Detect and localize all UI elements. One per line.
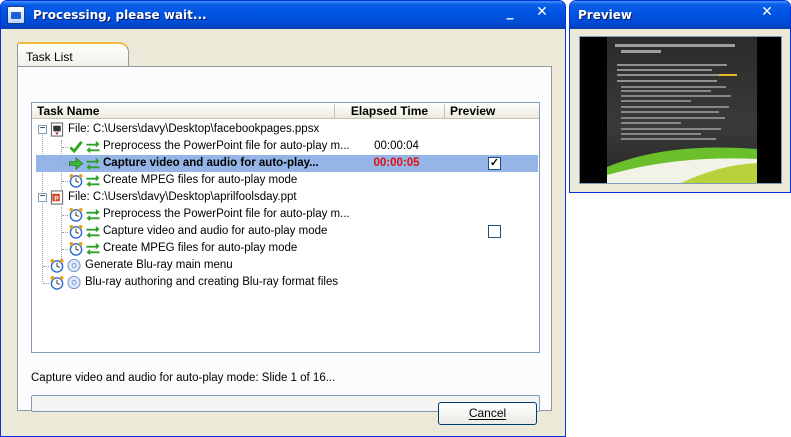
preview-checkbox[interactable]: ✓ <box>488 157 501 170</box>
task-label: Blu-ray authoring and creating Blu-ray f… <box>85 276 339 288</box>
powerpoint-file-icon: P <box>50 190 64 205</box>
close-button[interactable]: ✕ <box>531 3 553 23</box>
powerpoint-show-icon <box>50 122 64 137</box>
alarm-clock-icon <box>69 173 83 188</box>
task-label: Capture video and audio for auto-play... <box>103 157 319 169</box>
tree-row-task[interactable]: Preprocess the PowerPoint file for auto-… <box>33 206 538 223</box>
window-title: Processing, please wait... <box>33 8 207 22</box>
cancel-label: Cancel <box>468 406 507 420</box>
preview-title-bar[interactable]: Preview ✕ <box>570 1 790 29</box>
tree-row-task[interactable]: Create MPEG files for auto-play mode <box>33 172 538 189</box>
task-list-panel: Task Name Elapsed Time Preview − File: C… <box>17 66 552 412</box>
file-label: File: C:\Users\davy\Desktop\facebookpage… <box>68 123 320 135</box>
tab-task-list[interactable]: Task List <box>17 42 129 67</box>
task-label: Capture video and audio for auto-play mo… <box>103 225 328 237</box>
tree-row-global[interactable]: Blu-ray authoring and creating Blu-ray f… <box>33 274 538 291</box>
task-label: Create MPEG files for auto-play mode <box>103 174 298 186</box>
arrow-right-icon <box>69 157 84 170</box>
title-bar[interactable]: Processing, please wait... _ ✕ <box>1 1 565 29</box>
double-arrow-icon <box>86 174 100 188</box>
double-arrow-icon <box>86 208 100 222</box>
collapse-toggle[interactable]: − <box>38 124 47 134</box>
tree-row-global[interactable]: Generate Blu-ray main menu <box>33 257 538 274</box>
task-label: Create MPEG files for auto-play mode <box>103 242 298 254</box>
tree-row-file[interactable]: − File: C:\Users\davy\Desktop\facebookpa… <box>33 121 538 138</box>
double-arrow-icon <box>86 242 100 256</box>
task-label: Preprocess the PowerPoint file for auto-… <box>103 208 350 220</box>
task-tree-list[interactable]: Task Name Elapsed Time Preview − File: C… <box>31 102 540 353</box>
preview-frame <box>573 29 786 188</box>
column-header-task-name[interactable]: Task Name <box>32 104 335 118</box>
file-label: File: C:\Users\davy\Desktop\aprilfoolsda… <box>68 191 297 203</box>
tree-row-task[interactable]: Create MPEG files for auto-play mode <box>33 240 538 257</box>
elapsed-time: 00:00:05 <box>373 157 420 169</box>
double-arrow-icon <box>86 225 100 239</box>
double-arrow-icon <box>86 157 100 171</box>
status-text: Capture video and audio for auto-play mo… <box>31 372 336 384</box>
slide-thumbnail-image <box>607 37 757 183</box>
collapse-toggle[interactable]: − <box>38 192 47 202</box>
preview-close-button[interactable]: ✕ <box>756 3 778 23</box>
checkmark-icon <box>69 140 83 154</box>
tree-row-file[interactable]: − P File: C:\Users\davy\Desktop\aprilfoo… <box>33 189 538 206</box>
alarm-clock-icon <box>50 258 64 273</box>
double-arrow-icon <box>86 140 100 154</box>
preview-checkbox[interactable] <box>488 225 501 238</box>
slide-graphic <box>607 44 757 183</box>
preview-screen <box>579 36 782 184</box>
elapsed-time: 00:00:04 <box>374 140 419 152</box>
task-label: Preprocess the PowerPoint file for auto-… <box>103 140 350 152</box>
preview-title: Preview <box>578 8 633 22</box>
window-client-area: Task List Task Name Elapsed Time Preview… <box>4 29 562 433</box>
column-header-preview[interactable]: Preview <box>445 104 540 118</box>
tree-row-task[interactable]: Preprocess the PowerPoint file for auto-… <box>33 138 538 155</box>
disc-icon <box>67 258 81 273</box>
alarm-clock-icon <box>50 275 64 290</box>
task-label: Generate Blu-ray main menu <box>85 259 233 271</box>
alarm-clock-icon <box>69 224 83 239</box>
preview-window: Preview ✕ <box>569 0 791 193</box>
tab-label: Task List <box>26 50 73 64</box>
svg-text:P: P <box>54 195 59 202</box>
column-header-elapsed-time[interactable]: Elapsed Time <box>335 104 445 118</box>
cancel-button[interactable]: Cancel <box>438 402 537 425</box>
list-header: Task Name Elapsed Time Preview <box>32 103 539 119</box>
processing-window: Processing, please wait... _ ✕ Task List… <box>0 0 566 437</box>
tree-row-task[interactable]: Capture video and audio for auto-play mo… <box>33 223 538 240</box>
minimize-button[interactable]: _ <box>499 3 521 23</box>
alarm-clock-icon <box>69 241 83 256</box>
app-icon <box>7 6 25 24</box>
disc-icon <box>67 275 81 290</box>
tree-row-task-selected[interactable]: Capture video and audio for auto-play...… <box>33 155 538 172</box>
alarm-clock-icon <box>69 207 83 222</box>
